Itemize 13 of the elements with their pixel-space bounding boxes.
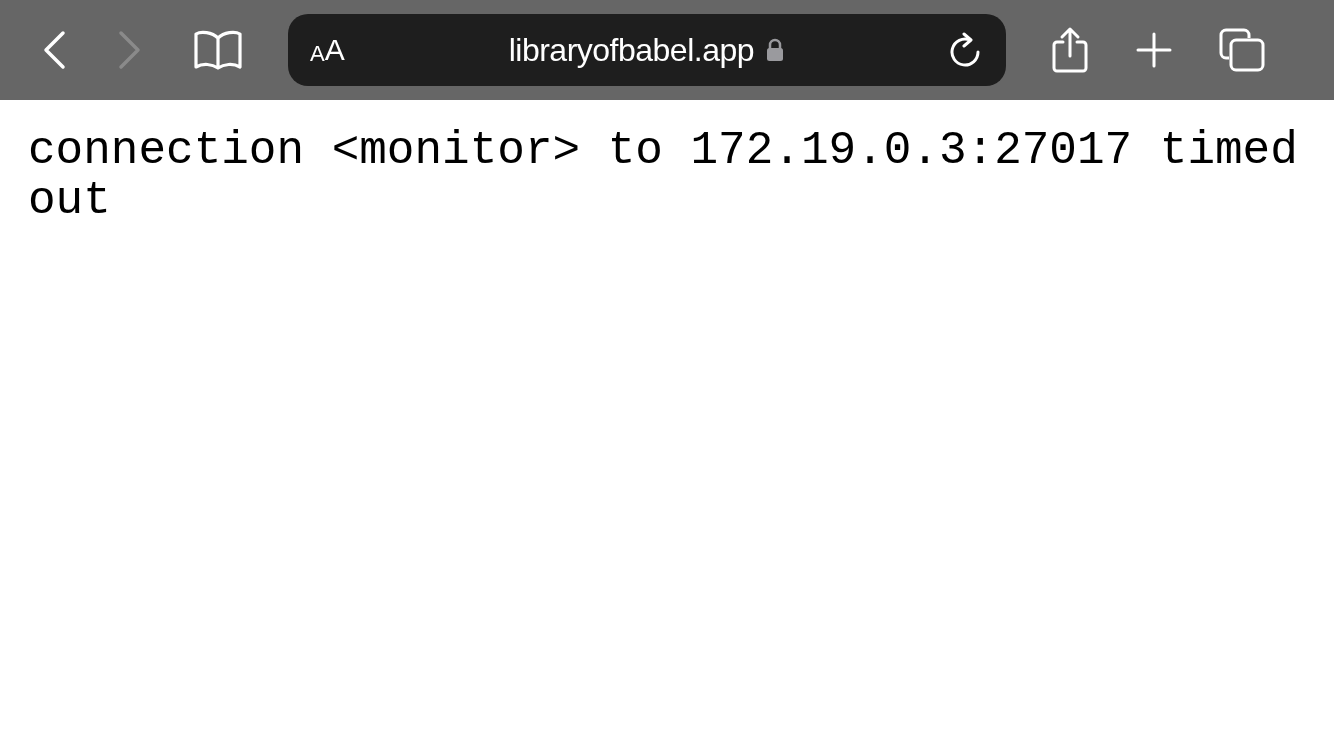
back-chevron-icon (41, 30, 67, 70)
reload-icon (950, 32, 982, 68)
url-text: libraryofbabel.app (508, 31, 755, 70)
text-size-button[interactable]: AA (310, 35, 345, 65)
plus-icon (1136, 32, 1172, 68)
forward-chevron-icon (117, 30, 143, 70)
tabs-button[interactable] (1218, 27, 1266, 73)
open-book-icon (193, 30, 243, 70)
tabs-overview-icon (1219, 28, 1265, 72)
share-icon (1050, 26, 1090, 74)
new-tab-button[interactable] (1134, 30, 1174, 70)
error-message: connection <monitor> to 172.19.0.3:27017 timed out (28, 126, 1299, 226)
address-bar[interactable]: AA libraryofbabel.app (288, 14, 1006, 86)
